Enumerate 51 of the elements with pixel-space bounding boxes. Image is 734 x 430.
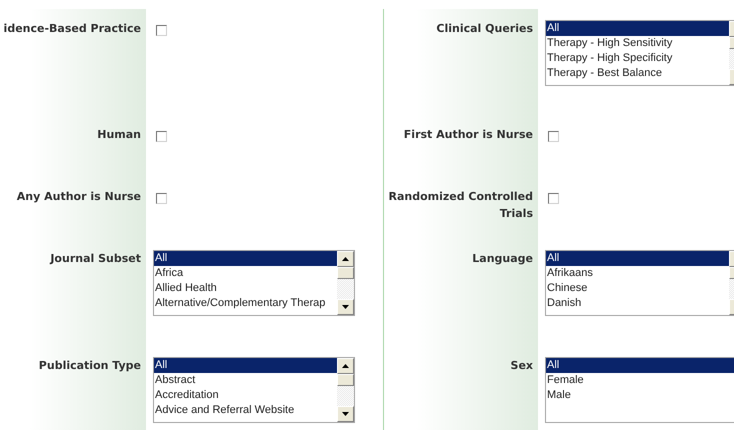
checkbox[interactable] — [156, 130, 167, 142]
list-option[interactable]: Accreditation — [154, 388, 337, 403]
down-arrow-icon — [342, 304, 349, 309]
list-option[interactable]: Therapy - High Specificity — [546, 51, 729, 66]
listbox[interactable]: All Female Male — [545, 356, 734, 423]
checkbox[interactable] — [156, 25, 167, 36]
list-option[interactable]: Advice and Referral Website — [154, 402, 337, 418]
list-option[interactable]: Allied Health — [154, 280, 337, 296]
list-option[interactable]: Afrikaans — [546, 266, 729, 281]
list-option[interactable]: Therapy - Best Balance — [546, 66, 729, 81]
list-option[interactable]: Female — [546, 372, 734, 388]
list-option[interactable]: All — [154, 250, 337, 266]
scroll-up-button[interactable] — [337, 250, 354, 267]
checkbox[interactable] — [156, 193, 167, 204]
listbox[interactable]: All Abstract Accreditation Advice and Referral Website — [153, 356, 355, 423]
field-label: Human — [97, 126, 141, 143]
scroll-thumb[interactable] — [337, 374, 354, 386]
field-label: Publication Type — [38, 358, 141, 374]
scroll-thumb[interactable] — [337, 266, 354, 279]
scrollbar[interactable] — [337, 358, 354, 422]
listbox[interactable]: All Afrikaans Chinese Danish — [545, 250, 734, 316]
field-label: Journal Subset — [50, 250, 141, 267]
list-option[interactable]: All — [154, 358, 337, 373]
field-label: Any Author is Nurse — [16, 189, 141, 206]
listbox[interactable]: All Africa Allied Health Alternative/Complementary Therap — [153, 250, 355, 316]
field-label: First Author is Nurse — [404, 126, 533, 143]
list-option[interactable]: Therapy - High Sensitivity — [546, 36, 729, 51]
list-option[interactable]: Africa — [154, 266, 337, 281]
list-option[interactable]: Chinese — [546, 280, 729, 296]
field-label: idence-Based Practice — [4, 21, 141, 37]
scroll-down-button[interactable] — [337, 298, 354, 315]
list-option[interactable]: All — [546, 250, 729, 266]
up-arrow-icon — [342, 256, 349, 261]
list-option[interactable]: Male — [546, 388, 734, 403]
field-label: Language — [472, 250, 533, 267]
scroll-up-button[interactable] — [337, 358, 354, 374]
field-label: Clinical Queries — [436, 21, 533, 37]
field-label: Randomized Controlled Trials — [387, 189, 533, 222]
list-option[interactable]: All — [546, 358, 734, 373]
field-label: Sex — [510, 358, 533, 374]
scrollbar[interactable] — [337, 250, 354, 315]
listbox[interactable]: All Therapy - High Sensitivity Therapy - High Specificity Therapy - Best Balance — [545, 20, 734, 86]
checkbox[interactable] — [548, 130, 559, 142]
down-arrow-icon — [342, 412, 349, 416]
list-option[interactable]: Abstract — [154, 372, 337, 388]
up-arrow-icon — [342, 364, 349, 368]
list-option[interactable]: All — [546, 21, 729, 36]
list-option[interactable]: Danish — [546, 296, 729, 311]
scroll-down-button[interactable] — [337, 406, 354, 422]
list-option[interactable]: Alternative/Complementary Therap — [154, 296, 337, 311]
checkbox[interactable] — [548, 193, 559, 204]
